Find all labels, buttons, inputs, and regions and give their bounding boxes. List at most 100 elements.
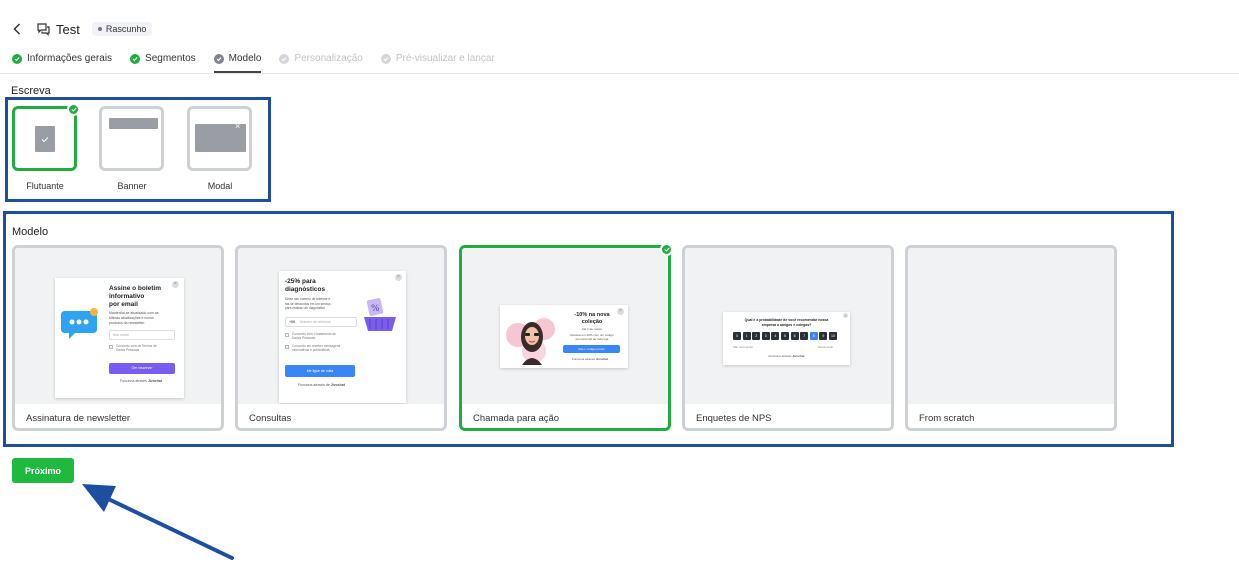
template-preview: × -10% na nova coleção Até 1 de março Re… — [462, 248, 668, 404]
newsletter-title-line1: Assine o boletim — [109, 285, 162, 292]
consultas-title-line1: -25% para — [285, 278, 316, 285]
cta-popup-mock: × -10% na nova coleção Até 1 de março Re… — [500, 305, 628, 368]
stepper: Informações gerais Segmentos Modelo Pers… — [12, 53, 513, 73]
cta-body-line2: promocional de toda loja — [575, 337, 609, 341]
consultas-check1-line2: Dados Pessoais — [292, 336, 316, 340]
template-card-chamada-para-acao[interactable]: × -10% na nova coleção Até 1 de março Re… — [459, 243, 673, 431]
step-label: Modelo — [228, 53, 262, 64]
step-modelo[interactable]: Modelo — [213, 53, 262, 73]
checkbox-icon — [285, 345, 289, 349]
nps-scale-cell: 4 — [771, 332, 780, 340]
svg-text:%: % — [371, 304, 380, 314]
template-label: Chamada para ação — [473, 413, 560, 424]
type-card-banner[interactable] — [99, 106, 164, 171]
template-card-from-scratch[interactable]: From scratch — [905, 245, 1117, 431]
close-icon: × — [395, 274, 402, 281]
badge-dot-icon — [97, 27, 102, 31]
template-label: Assinatura de newsletter — [26, 413, 131, 424]
template-card-newsletter[interactable]: × Assine o boletim informativo por email… — [12, 245, 224, 431]
status-badge: Rascunho — [91, 22, 153, 36]
nps-scale-cell: 8 — [809, 332, 818, 340]
template-preview: × Assine o boletim informativo por email… — [15, 248, 221, 404]
step-label: Segmentos — [145, 53, 196, 64]
check-circle-icon — [380, 54, 391, 64]
step-label: Pré-visualizar e lançar — [395, 53, 495, 64]
template-card-nps[interactable]: × Qual é a probabilidade de você recomen… — [682, 245, 894, 431]
template-label: Enquetes de NPS — [696, 413, 772, 424]
template-preview — [908, 248, 1114, 404]
nps-left-hint: Não recomendo — [733, 345, 753, 349]
nps-scale-cell: 0 — [733, 332, 741, 340]
footer-prefix: Funciona através — [768, 354, 792, 358]
type-card-modal[interactable]: × — [187, 106, 252, 171]
type-card-flutuante[interactable] — [12, 103, 80, 171]
selected-check-icon — [660, 243, 673, 256]
check-circle-icon — [12, 54, 22, 64]
header-divider — [0, 73, 1239, 74]
footer-prefix: Funciona através — [120, 379, 147, 383]
phone-input: +55 Número de telefone — [285, 317, 357, 327]
step-label: Personalização — [294, 53, 363, 64]
step-label: Informações gerais — [27, 53, 113, 64]
consultas-title-line2: diagnósticos — [285, 286, 326, 293]
newsletter-popup-mock: × Assine o boletim informativo por email… — [55, 278, 184, 398]
newsletter-body-line3: produtos da newsletter. — [109, 321, 146, 325]
checkbox-icon — [109, 345, 113, 349]
footer-brand: Jivochat — [595, 357, 609, 361]
close-icon: × — [235, 121, 241, 131]
step-personalizacao[interactable]: Personalização — [279, 53, 363, 73]
woman-illustration-icon — [506, 318, 555, 365]
footer-brand: Jivochat — [147, 379, 163, 383]
step-informacoes-gerais[interactable]: Informações gerais — [12, 53, 112, 73]
nps-scale: 0 1 2 3 4 5 6 7 8 9 10 — [733, 332, 837, 340]
next-button[interactable]: Próximo — [12, 458, 74, 483]
footer-brand: Jivochat — [330, 383, 345, 387]
floating-preview-icon — [35, 126, 55, 152]
nps-question-line2: empresa a amigos e colegas? — [761, 323, 812, 327]
consultas-body-line3: para realizar um diagnóstico — [285, 306, 326, 310]
chat-bubble-icon — [61, 308, 98, 339]
template-preview: × -25% para diagnósticos Deixe seu númer… — [238, 248, 444, 404]
check-circle-icon — [130, 54, 141, 64]
nps-scale-cell: 2 — [752, 332, 761, 340]
template-preview: × Qual é a probabilidade de você recomen… — [685, 248, 891, 404]
nps-scale-cell: 1 — [742, 332, 751, 340]
nps-scale-cell: 10 — [828, 332, 837, 340]
back-button[interactable] — [10, 18, 24, 40]
type-section-label: Escreva — [11, 85, 51, 97]
footer-brand: Jivochat — [792, 354, 805, 358]
newsletter-title-line2: informativo — [109, 293, 145, 300]
type-label-modal: Modal — [207, 181, 233, 191]
chat-bubble-icon — [36, 21, 52, 37]
template-label: Consultas — [249, 413, 292, 424]
type-label-flutuante: Flutuante — [26, 181, 64, 191]
page-header: Test Rascunho — [10, 18, 153, 40]
step-pre-visualizar[interactable]: Pré-visualizar e lançar — [380, 53, 495, 73]
chevron-left-icon — [13, 23, 21, 35]
consultas-popup-mock: × -25% para diagnósticos Deixe seu númer… — [279, 271, 406, 403]
consultas-body-line1: Deixe seu número de telefone e — [285, 297, 331, 301]
checkbox-icon — [285, 333, 289, 337]
newsletter-consent-line2: Dados Pessoais — [116, 348, 140, 352]
template-card-consultas[interactable]: × -25% para diagnósticos Deixe seu númer… — [235, 245, 447, 431]
consultas-check2-line2: informativas e publicitárias — [292, 348, 330, 352]
newsletter-subscribe-button: Ger inscrever — [109, 363, 175, 374]
nps-right-hint: Recomendo — [818, 345, 834, 349]
newsletter-email-input: Seu email — [109, 330, 175, 340]
cta-promo-button: Use o código promo — [563, 345, 620, 353]
nps-scale-cell: 6 — [790, 332, 799, 340]
nps-scale-cell: 3 — [761, 332, 770, 340]
step-segmentos[interactable]: Segmentos — [130, 53, 196, 73]
status-badge-label: Rascunho — [105, 24, 147, 34]
footer-prefix: Funciona através de — [298, 383, 330, 387]
template-label: From scratch — [919, 413, 975, 424]
consultas-callback-button: Me ligue de volta — [285, 365, 355, 377]
selected-check-icon — [67, 103, 80, 116]
phone-placeholder: Número de telefone — [299, 320, 331, 324]
phone-code: +55 — [289, 320, 295, 324]
cta-title-line2: coleção — [581, 318, 603, 325]
nps-scale-cell: 9 — [819, 332, 828, 340]
banner-preview-icon — [109, 118, 158, 129]
close-icon: × — [172, 281, 179, 288]
check-circle-icon — [279, 54, 290, 64]
